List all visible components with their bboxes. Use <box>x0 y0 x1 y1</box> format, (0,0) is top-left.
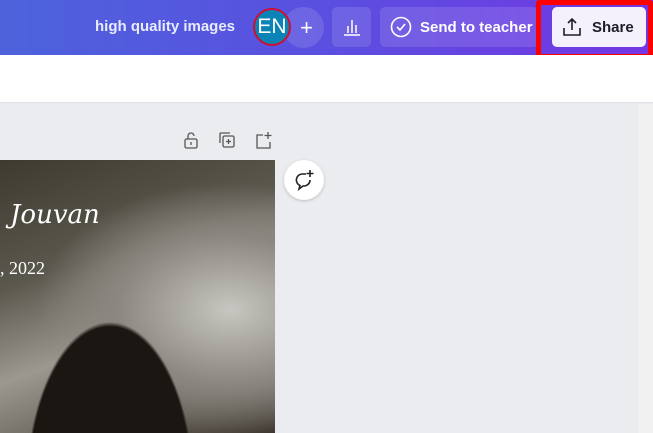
highlight-box <box>536 0 653 59</box>
duplicate-page-icon[interactable] <box>218 131 236 149</box>
top-toolbar: high quality images + EN Send to teacher… <box>0 0 653 59</box>
design-title[interactable]: high quality images <box>95 18 235 35</box>
bar-chart-icon <box>343 20 360 36</box>
vertical-scrollbar[interactable] <box>638 104 653 433</box>
secondary-toolbar <box>0 55 653 103</box>
avatar[interactable]: EN <box>253 8 291 46</box>
date-text[interactable]: , 2022 <box>0 258 45 279</box>
lock-icon[interactable] <box>182 131 200 149</box>
add-comment-button[interactable] <box>284 160 324 200</box>
send-label: Send to teacher <box>420 18 533 36</box>
design-page-photo[interactable]: Jouvan , 2022 <box>0 160 275 433</box>
comment-add-icon <box>295 170 314 191</box>
plus-icon: + <box>300 14 313 40</box>
send-to-teacher-button[interactable]: Send to teacher <box>380 7 538 47</box>
add-page-icon[interactable] <box>254 131 272 149</box>
script-name-text[interactable]: Jouvan <box>10 200 100 230</box>
insights-button[interactable] <box>332 7 371 47</box>
check-circle-icon <box>390 16 412 38</box>
